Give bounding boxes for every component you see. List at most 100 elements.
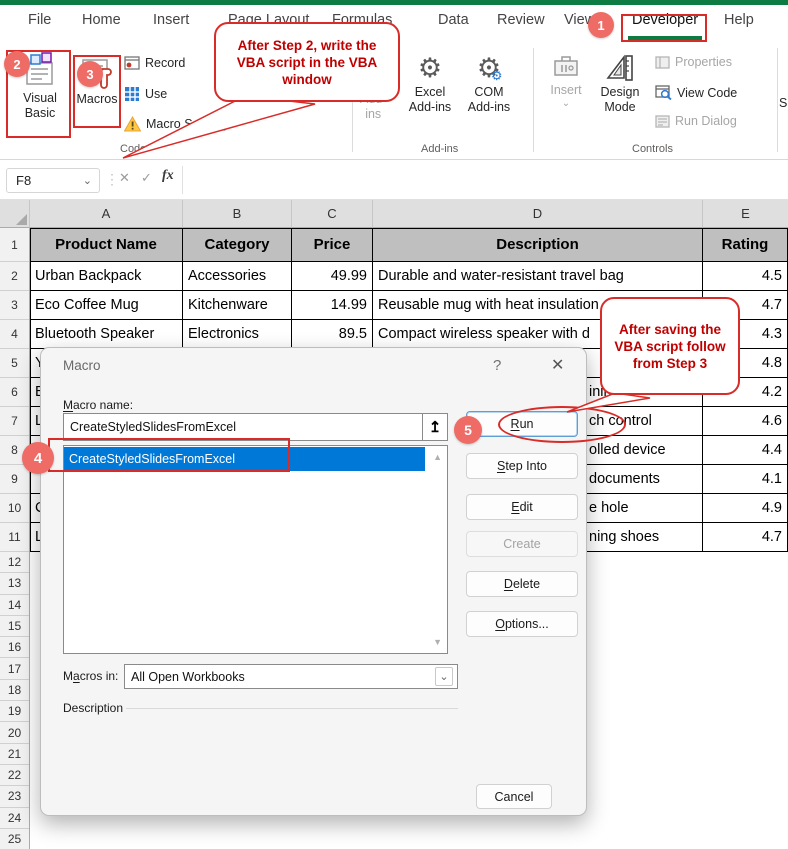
cell-rating[interactable]: 4.1 [703,465,788,494]
scroll-up-icon[interactable]: ▲ [433,452,442,462]
tab-data[interactable]: Data [438,12,469,28]
cancel-button[interactable]: Cancel [476,784,552,809]
row-header[interactable]: 14 [0,595,29,616]
macros-in-chevron-icon[interactable]: ⌄ [435,667,453,686]
cell-rating[interactable]: 4.9 [703,494,788,523]
cell-category[interactable]: Kitchenware [183,291,292,320]
header-category[interactable]: Category [183,228,292,262]
run-dialog-button[interactable]: Run Dialog [655,114,737,128]
insert-function-icon[interactable]: fx [162,168,174,184]
cell-category[interactable]: Electronics [183,320,292,349]
row-header[interactable]: 21 [0,744,29,765]
tab-help[interactable]: Help [724,12,754,28]
properties-icon [655,56,670,69]
macros-in-dropdown[interactable]: All Open Workbooks ⌄ [124,664,458,689]
cell-product-name[interactable]: Eco Coffee Mug [30,291,183,320]
excel-addins-label-line1: Excel [409,85,451,100]
column-header-a[interactable]: A [30,200,183,228]
scroll-down-icon[interactable]: ▼ [433,637,442,647]
macro-name-expand-button[interactable]: ↥ [422,413,448,441]
row-header[interactable]: 19 [0,701,29,722]
row-header[interactable]: 23 [0,786,29,807]
column-header-c[interactable]: C [292,200,373,228]
macros-in-value: All Open Workbooks [131,670,245,684]
row-header[interactable]: 12 [0,552,29,573]
macro-list[interactable]: CreateStyledSlidesFromExcel ▲ ▼ [63,445,448,654]
row-header[interactable]: 2 [0,262,29,291]
row-header[interactable]: 22 [0,765,29,786]
insert-control-label: Insert [550,83,581,98]
run-dialog-label: Run Dialog [675,114,737,128]
com-addins-small-gear-icon: ⚙ [491,68,503,84]
step-into-button[interactable]: Step Into [466,453,578,479]
row-header[interactable]: 9 [0,465,29,494]
com-addins-button[interactable]: ⚙ ⚙ COM Add-ins [462,54,516,115]
tab-file[interactable]: File [28,12,51,28]
header-rating[interactable]: Rating [703,228,788,262]
macros-in-label: Macros in: [63,669,118,683]
row-header[interactable]: 11 [0,523,29,552]
row-header[interactable]: 17 [0,658,29,679]
header-price[interactable]: Price [292,228,373,262]
properties-button[interactable]: Properties [655,55,732,69]
record-macro-button[interactable]: Record [124,55,185,71]
cell-rating[interactable]: 4.7 [703,523,788,552]
dialog-help-icon[interactable]: ? [493,357,501,374]
row-header[interactable]: 15 [0,616,29,637]
create-button[interactable]: Create [466,531,578,557]
cell-rating[interactable]: 4.4 [703,436,788,465]
addins-label-line2: ins [360,107,386,122]
cell-rating[interactable]: 4.5 [703,262,788,291]
macro-name-label: Macro name: [63,398,133,412]
name-box-chevron-icon[interactable]: ⌄ [83,174,92,187]
formula-input[interactable] [182,166,782,194]
macro-list-item-highlight-box [48,438,290,472]
view-code-button[interactable]: View Code [655,85,737,100]
row-header[interactable]: 7 [0,407,29,436]
select-all-corner[interactable] [0,200,30,228]
row-header[interactable]: 4 [0,320,29,349]
tab-home[interactable]: Home [82,12,121,28]
cell-description[interactable]: Durable and water-resistant travel bag [373,262,703,291]
cell-rating[interactable]: 4.6 [703,407,788,436]
column-header-e[interactable]: E [703,200,788,228]
edit-button[interactable]: Edit [466,494,578,520]
developer-highlight-box [621,14,707,42]
design-mode-button[interactable]: Design Mode [596,54,644,115]
tab-review[interactable]: Review [497,12,545,28]
excel-addins-button[interactable]: ⚙ Excel Add-ins [402,54,458,115]
dialog-close-icon[interactable]: ✕ [551,355,564,375]
row-header[interactable]: 3 [0,291,29,320]
row-header[interactable]: 24 [0,808,29,829]
cell-price[interactable]: 89.5 [292,320,373,349]
formula-bar-divider-icon: ⋮ [105,171,119,188]
cell-price[interactable]: 49.99 [292,262,373,291]
tab-insert[interactable]: Insert [153,12,189,28]
cell-product-name[interactable]: Bluetooth Speaker [30,320,183,349]
column-header-b[interactable]: B [183,200,292,228]
row-header[interactable]: 13 [0,573,29,594]
row-header[interactable]: 16 [0,637,29,658]
cell-price[interactable]: 14.99 [292,291,373,320]
cell-category[interactable]: Accessories [183,262,292,291]
confirm-entry-icon[interactable]: ✓ [141,170,152,186]
row-header[interactable]: 10 [0,494,29,523]
options-button[interactable]: Options... [466,611,578,637]
row-header[interactable]: 5 [0,349,29,378]
row-header[interactable]: 25 [0,829,29,849]
row-header[interactable]: 1 [0,228,29,262]
step-4-badge: 4 [22,442,54,474]
cell-product-name[interactable]: Urban Backpack [30,262,183,291]
column-header-d[interactable]: D [373,200,703,228]
header-description[interactable]: Description [373,228,703,262]
excel-window: File Home Insert Page Layout Formulas Da… [0,0,788,849]
insert-control-button[interactable]: Insert ⌄ [544,54,588,109]
delete-button[interactable]: Delete [466,571,578,597]
header-product-name[interactable]: Product Name [30,228,183,262]
macro-name-input[interactable]: CreateStyledSlidesFromExcel [63,413,448,441]
name-box[interactable]: F8 ⌄ [6,168,100,193]
cancel-entry-icon[interactable]: ✕ [119,170,130,186]
row-header[interactable]: 20 [0,722,29,743]
row-header[interactable]: 6 [0,378,29,407]
row-header[interactable]: 18 [0,680,29,701]
